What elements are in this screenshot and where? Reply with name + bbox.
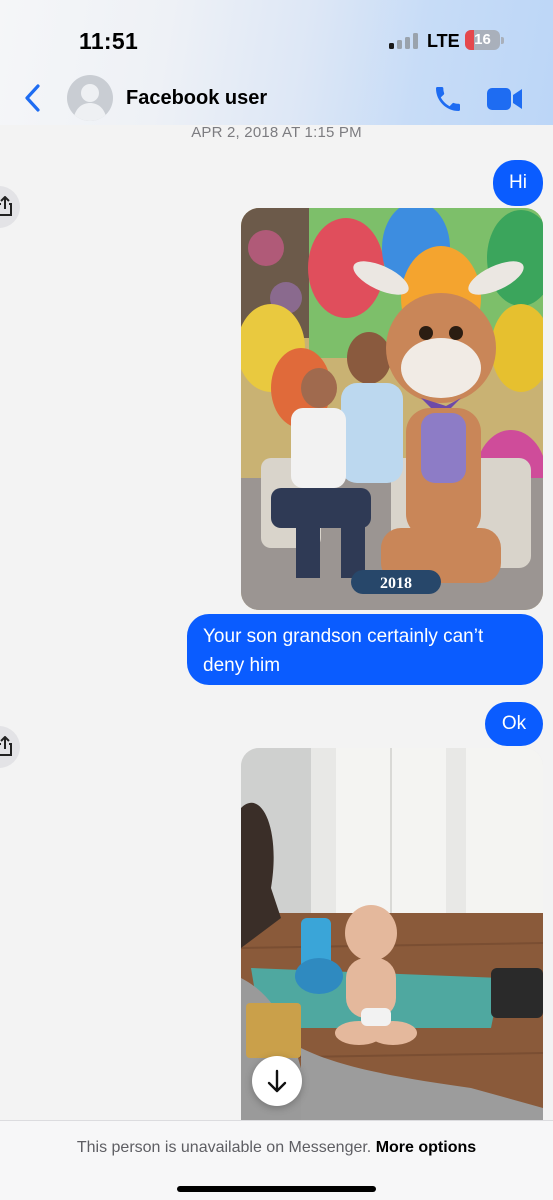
conversation-header: 11:51 LTE 16 Facebook user [0, 0, 553, 125]
status-time: 11:51 [79, 28, 139, 54]
message-bubble-outgoing[interactable]: Hi [493, 160, 543, 206]
message-timestamp: APR 2, 2018 AT 1:15 PM [191, 124, 362, 141]
photo-year-caption: 2018 [380, 575, 412, 592]
easter-photo-image: 2018 [241, 208, 543, 610]
message-photo-easter-bunny[interactable]: 2018 [241, 208, 543, 610]
footer-notice: This person is unavailable on Messenger.… [0, 1139, 553, 1157]
battery-level: 16 [474, 31, 491, 48]
share-button[interactable] [0, 726, 20, 768]
cellular-signal-icon [389, 33, 419, 49]
audio-call-button[interactable] [432, 83, 464, 115]
more-options-link[interactable]: More options [376, 1139, 476, 1156]
video-call-button[interactable] [487, 86, 523, 112]
message-bubble-outgoing[interactable]: Your son grandson certainly can’t deny h… [187, 614, 543, 685]
battery-icon: 16 [465, 30, 504, 50]
share-button[interactable] [0, 186, 20, 228]
back-button[interactable] [20, 82, 46, 114]
chevron-left-icon [25, 84, 40, 112]
avatar[interactable] [67, 75, 113, 121]
share-icon [0, 736, 12, 756]
video-camera-icon [487, 88, 522, 110]
scroll-to-bottom-button[interactable] [252, 1056, 302, 1106]
network-type: LTE [427, 31, 460, 51]
home-indicator[interactable] [177, 1186, 376, 1192]
message-bubble-outgoing[interactable]: Ok [485, 702, 543, 746]
share-icon [0, 196, 12, 216]
unavailable-footer: This person is unavailable on Messenger.… [0, 1120, 553, 1200]
avatar-placeholder-icon [73, 84, 107, 121]
unavailable-message: This person is unavailable on Messenger. [76, 1139, 372, 1156]
arrow-down-icon [267, 1069, 287, 1093]
contact-name[interactable]: Facebook user [126, 87, 267, 110]
phone-icon [436, 87, 460, 111]
